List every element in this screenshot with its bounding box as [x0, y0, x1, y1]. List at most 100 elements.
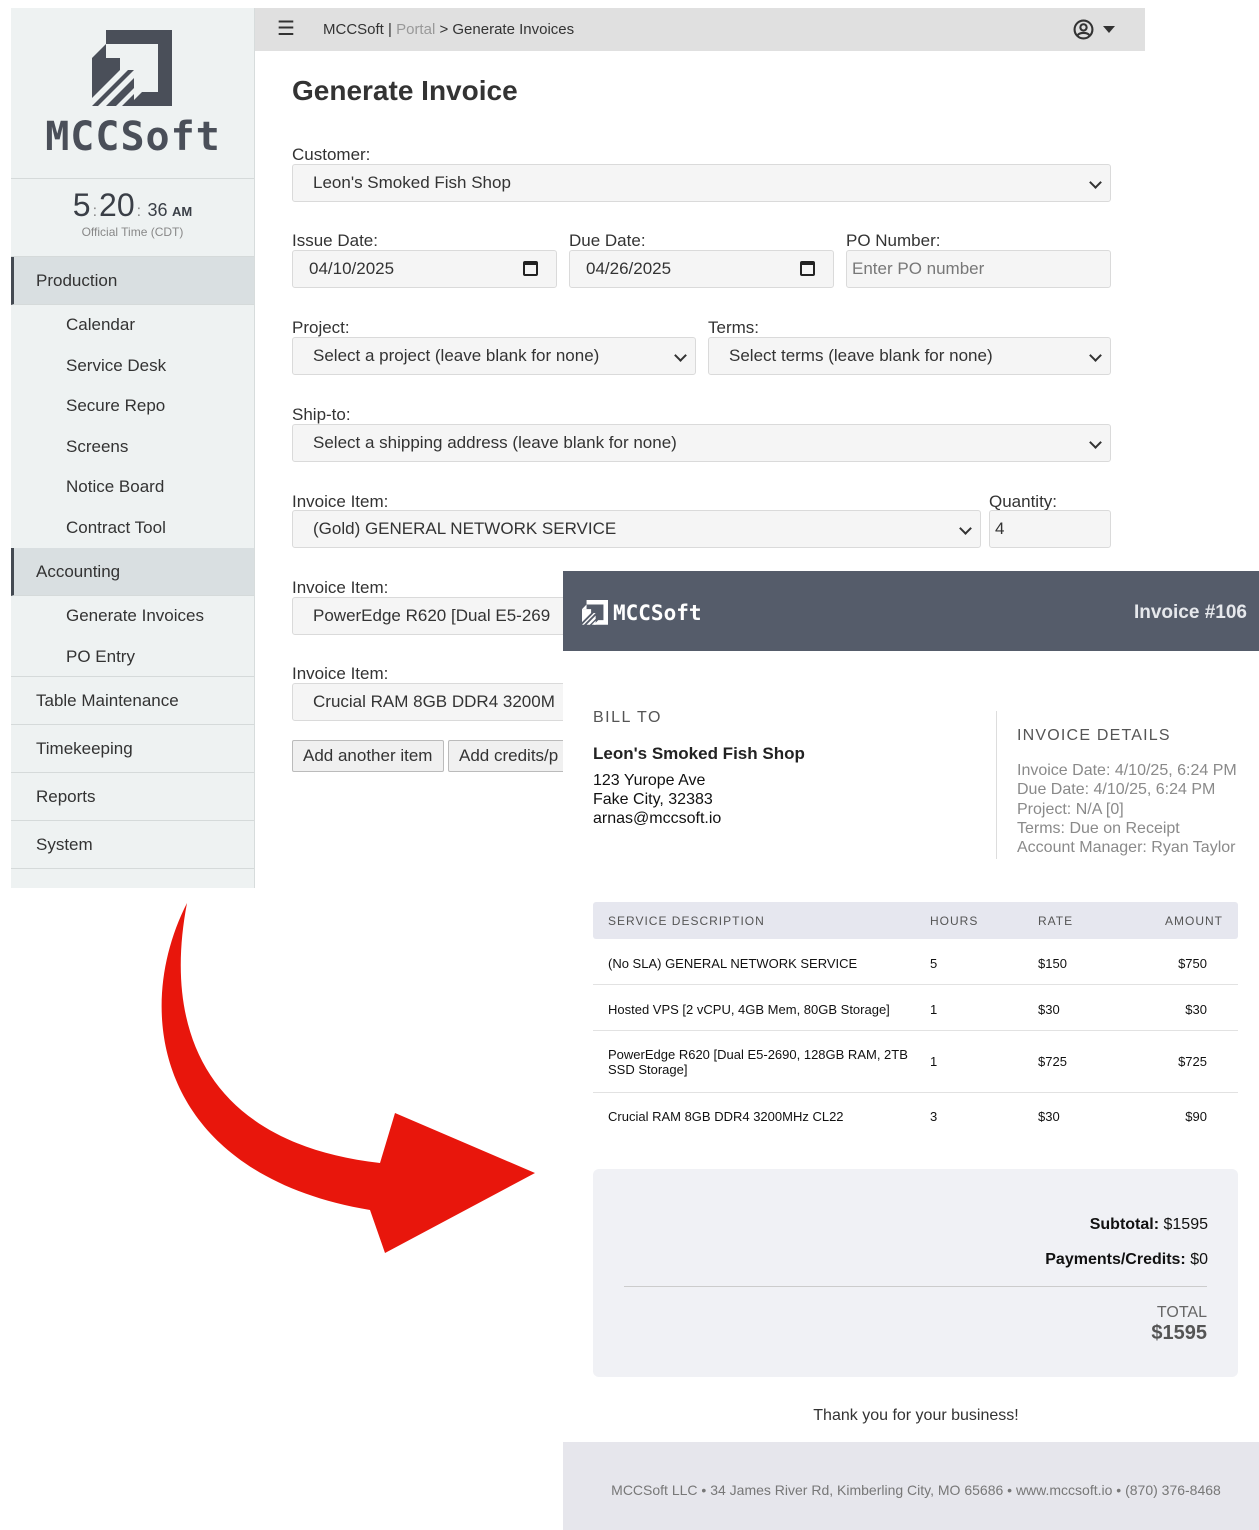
table-header: SERVICE DESCRIPTION HOURS RATE AMOUNT — [593, 902, 1238, 939]
subtotal-line: Subtotal: $1595 — [1090, 1216, 1208, 1234]
due-date-label: Due Date: — [569, 231, 646, 250]
invoice-item-label: Invoice Item: — [292, 492, 389, 511]
invoice-item-select[interactable]: (Gold) GENERAL NETWORK SERVICE — [292, 510, 981, 548]
subtotal-label: Subtotal: — [1089, 1216, 1160, 1233]
ship-to-select[interactable]: Select a shipping address (leave blank f… — [292, 424, 1111, 462]
mccsoft-logo-mark-icon — [582, 600, 608, 625]
quantity-label: Quantity: — [989, 492, 1058, 511]
due-date: Due Date: 4/10/25, 6:24 PM — [1017, 781, 1216, 799]
row-rate: $30 — [1038, 1109, 1060, 1124]
clock-ampm: AM — [172, 204, 193, 219]
sidebar-item-po-entry[interactable]: PO Entry — [11, 637, 254, 677]
invoice-number: Invoice #106 — [1133, 602, 1247, 623]
top-bar: ☰ MCCSoft | Portal > Generate Invoices — [255, 8, 1145, 51]
due-date-input[interactable]: 04/26/2025 — [569, 250, 834, 288]
chevron-down-icon[interactable] — [1103, 26, 1115, 33]
bill-to-name: Leon's Smoked Fish Shop — [593, 744, 805, 763]
breadcrumb-brand[interactable]: MCCSoft — [323, 21, 384, 38]
customer-select[interactable]: Leon's Smoked Fish Shop — [292, 164, 1111, 202]
divider — [624, 1286, 1207, 1287]
account-manager: Account Manager: Ryan Taylor — [1017, 839, 1236, 857]
table-row: PowerEdge R620 [Dual E5-2690, 128GB RAM,… — [593, 1031, 1238, 1093]
table-row: Hosted VPS [2 vCPU, 4GB Mem, 80GB Storag… — [593, 985, 1238, 1031]
po-number-placeholder: Enter PO number — [852, 259, 985, 278]
terms-select[interactable]: Select terms (leave blank for none) — [708, 337, 1111, 375]
sidebar-section-production[interactable]: Production — [11, 257, 254, 305]
row-hours: 1 — [930, 1002, 938, 1017]
payments-label: Payments/Credits: — [1045, 1251, 1186, 1268]
logo[interactable]: MCCSoft — [11, 8, 254, 179]
sidebar: MCCSoft 5:20: 36 AM Official Time (CDT) … — [11, 8, 255, 888]
totals-box: Subtotal: $1595 Payments/Credits: $0 TOT… — [593, 1169, 1238, 1377]
sidebar-section-accounting[interactable]: Accounting — [11, 548, 254, 596]
row-rate: $150 — [1038, 956, 1067, 971]
bill-to-heading: BILL TO — [593, 709, 662, 726]
column-header-amount: AMOUNT — [1165, 914, 1223, 928]
invoice-item-select[interactable]: Crucial RAM 8GB DDR4 3200M — [292, 683, 592, 721]
sidebar-section-timekeeping[interactable]: Timekeeping — [11, 725, 254, 773]
row-hours: 5 — [930, 956, 938, 971]
chevron-down-icon — [1080, 338, 1110, 374]
sidebar-item-generate-invoices[interactable]: Generate Invoices — [11, 596, 254, 637]
table-row: (No SLA) GENERAL NETWORK SERVICE 5 $150 … — [593, 939, 1238, 985]
payments-line: Payments/Credits: $0 — [1045, 1251, 1208, 1269]
chevron-down-icon — [1080, 425, 1110, 461]
sidebar-item-service-desk[interactable]: Service Desk — [11, 346, 254, 387]
ship-to-label: Ship-to: — [292, 405, 351, 424]
mccsoft-logo-mark-icon — [92, 30, 172, 106]
clock: 5:20: 36 AM Official Time (CDT) — [11, 179, 254, 257]
divider — [996, 711, 997, 859]
column-header-rate: RATE — [1038, 914, 1074, 928]
sidebar-item-notice-board[interactable]: Notice Board — [11, 467, 254, 508]
quantity-value: 4 — [995, 519, 1005, 538]
breadcrumb-portal[interactable]: Portal — [396, 21, 435, 38]
row-amount: $90 — [1185, 1109, 1207, 1124]
calendar-icon[interactable] — [800, 261, 815, 276]
service-table: SERVICE DESCRIPTION HOURS RATE AMOUNT (N… — [593, 902, 1238, 1139]
sidebar-item-screens[interactable]: Screens — [11, 427, 254, 468]
issue-date-input[interactable]: 04/10/2025 — [292, 250, 557, 288]
bill-to-address-line: 123 Yurope Ave — [593, 772, 706, 789]
row-description: Hosted VPS [2 vCPU, 4GB Mem, 80GB Storag… — [608, 1002, 890, 1017]
user-circle-icon[interactable] — [1073, 19, 1094, 40]
calendar-icon[interactable] — [523, 261, 538, 276]
project: Project: N/A [0] — [1017, 800, 1124, 818]
breadcrumb-current: Generate Invoices — [452, 21, 575, 38]
invoice-item-label: Invoice Item: — [292, 578, 389, 597]
row-hours: 1 — [930, 1054, 938, 1069]
due-date-value: 04/26/2025 — [586, 259, 672, 278]
bill-to-email: arnas@mccsoft.io — [593, 810, 722, 827]
row-rate: $30 — [1038, 1002, 1060, 1017]
quantity-input[interactable]: 4 — [989, 510, 1111, 548]
row-amount: $30 — [1185, 1002, 1207, 1017]
terms: Terms: Due on Receipt — [1017, 819, 1180, 837]
row-hours: 3 — [930, 1109, 938, 1124]
chevron-down-icon — [1080, 165, 1110, 201]
issue-date-value: 04/10/2025 — [309, 259, 395, 278]
add-another-item-button[interactable]: Add another item — [292, 740, 444, 772]
sidebar-section-table-maintenance[interactable]: Table Maintenance — [11, 677, 254, 725]
invoice-document: MCCSoft Invoice #106 BILL TO Leon's Smok… — [563, 571, 1259, 1530]
invoice-logo-wordmark: MCCSoft — [613, 601, 702, 625]
clock-separator: : — [92, 203, 98, 220]
issue-date-label: Issue Date: — [292, 231, 378, 250]
po-number-input[interactable]: Enter PO number — [846, 250, 1111, 288]
breadcrumb: MCCSoft | Portal > Generate Invoices — [323, 21, 574, 38]
menu-icon[interactable]: ☰ — [277, 19, 295, 39]
sidebar-item-contract-tool[interactable]: Contract Tool — [11, 508, 254, 549]
breadcrumb-separator: | — [388, 21, 392, 38]
terms-label: Terms: — [708, 318, 759, 337]
sidebar-item-calendar[interactable]: Calendar — [11, 305, 254, 346]
add-credits-button[interactable]: Add credits/p — [448, 740, 578, 772]
row-amount: $725 — [1178, 1054, 1207, 1069]
invoice-item-select[interactable]: PowerEdge R620 [Dual E5-269 — [292, 597, 592, 635]
sidebar-section-system[interactable]: System — [11, 821, 254, 869]
project-select[interactable]: Select a project (leave blank for none) — [292, 337, 696, 375]
sidebar-section-reports[interactable]: Reports — [11, 773, 254, 821]
clock-minute: 20 — [99, 187, 135, 223]
invoice-item-value: Crucial RAM 8GB DDR4 3200M — [313, 692, 555, 711]
sidebar-item-secure-repo[interactable]: Secure Repo — [11, 386, 254, 427]
invoice-item-value: PowerEdge R620 [Dual E5-269 — [313, 606, 551, 625]
total-label: TOTAL — [1156, 1304, 1207, 1321]
subtotal-value: $1595 — [1163, 1216, 1209, 1233]
